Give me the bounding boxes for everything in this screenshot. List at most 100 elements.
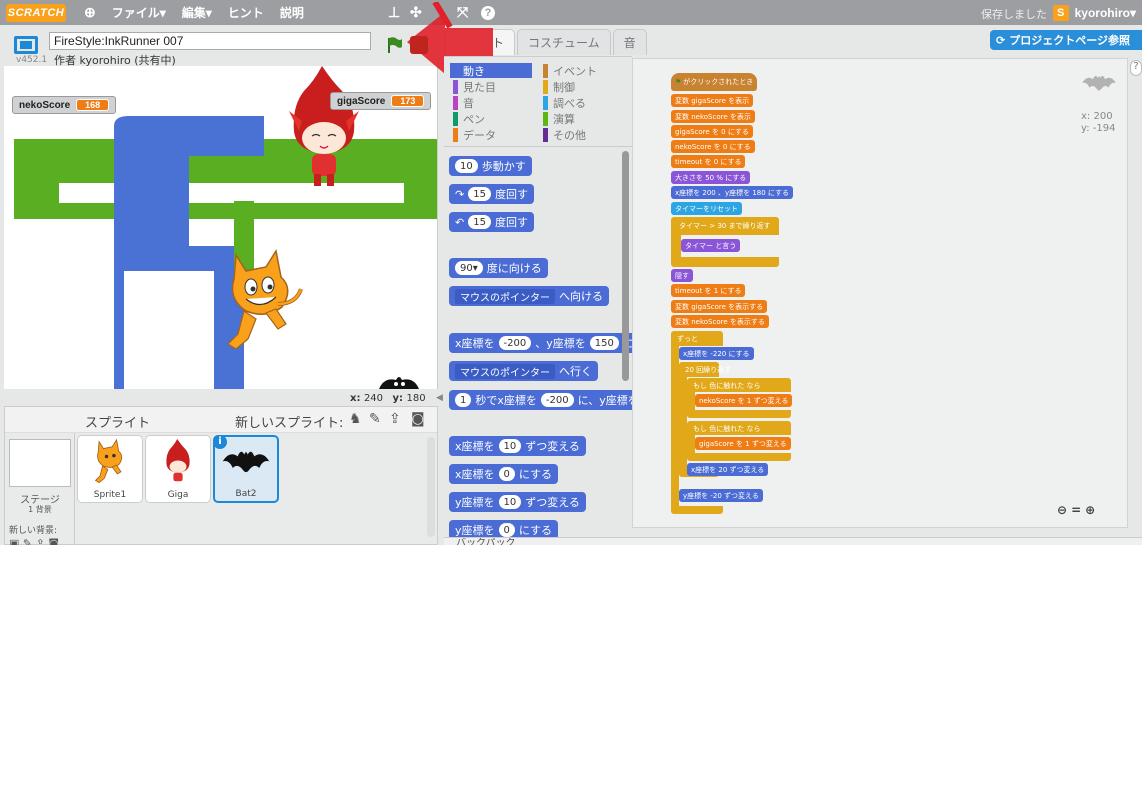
coord-y-label: y: — [392, 393, 404, 404]
sprite-y-readout: y: -194 — [1081, 123, 1116, 134]
version-label: v452.1 — [16, 55, 48, 65]
bat-thumb-icon — [222, 451, 270, 473]
script-block[interactable]: gigaScore を 1 ずつ変える — [695, 437, 791, 450]
sprite-list-scrollbar[interactable] — [427, 437, 435, 537]
category-more[interactable]: その他 — [540, 127, 586, 142]
category-events[interactable]: イベント — [540, 63, 597, 78]
script-hat-block[interactable]: ⚑ がクリックされたとき — [671, 73, 758, 91]
sprite-panel-header: スプライト 新しいスプライト: ♞ ✎ ⇪ ◙ — [5, 407, 437, 433]
script-block[interactable]: 変数 gigaScore を表示 — [671, 94, 754, 107]
menu-tips[interactable]: ヒント — [228, 4, 264, 21]
script-block[interactable]: タイマーをリセット — [671, 202, 742, 215]
saved-status: 保存しました — [981, 9, 1047, 21]
script-block[interactable]: 変数 nekoScore を表示 — [671, 110, 755, 123]
script-block: ずっと — [677, 334, 698, 343]
backpack-bar[interactable]: バックパック — [444, 537, 1142, 545]
sprite-tile-giga[interactable]: Giga — [145, 435, 211, 503]
zoom-controls: ⊖ = ⊕ — [1057, 503, 1095, 517]
zoom-reset-icon[interactable]: = — [1071, 503, 1081, 517]
script-block[interactable]: 隠す — [671, 269, 693, 282]
zoom-in-icon[interactable]: ⊕ — [1085, 503, 1095, 517]
project-page-label: プロジェクトページ参照 — [1009, 34, 1130, 47]
script-block[interactable]: x座標を -220 にする — [679, 347, 754, 360]
menu-edit[interactable]: 編集▾ — [182, 4, 212, 21]
bat-sprite-watermark-icon — [1082, 75, 1116, 91]
category-data[interactable]: データ — [450, 127, 496, 142]
script-block[interactable]: 変数 nekoScore を表示する — [671, 315, 769, 328]
script-block[interactable]: 変数 gigaScore を表示する — [671, 300, 768, 313]
category-operators[interactable]: 演算 — [540, 111, 575, 126]
project-page-button[interactable]: ⟳ プロジェクトページ参照 — [990, 30, 1142, 50]
block-goto[interactable]: マウスのポインター へ行く — [449, 361, 598, 381]
block-point-towards[interactable]: マウスのポインター へ向ける — [449, 286, 609, 306]
tab-costumes[interactable]: コスチューム — [517, 29, 611, 55]
language-globe-icon[interactable]: ⊕ — [84, 4, 96, 21]
scratch-editor: SCRATCH ⊕ ファイル▾ 編集▾ ヒント 説明 ⊥ ✣ ⤧ ? 保存しまし… — [0, 0, 1142, 545]
sprite-tile-sprite1[interactable]: Sprite1 — [77, 435, 143, 503]
block-move-steps[interactable]: 10 歩動かす — [449, 156, 532, 176]
script-block-say[interactable]: タイマー と言う — [681, 239, 741, 252]
category-motion[interactable]: 動き — [450, 63, 532, 78]
stage-thumbnail[interactable] — [9, 439, 71, 487]
script-block: もし 色に触れた なら — [693, 424, 761, 433]
menu-about[interactable]: 説明 — [280, 4, 304, 21]
bat-sprite-partial[interactable] — [374, 374, 424, 389]
menu-file[interactable]: ファイル▾ — [112, 4, 166, 21]
stage-header: v452.1 FireStyle:InkRunner 007 作者 kyoroh… — [4, 28, 438, 67]
new-sprite-label: 新しいスプライト: — [235, 416, 344, 431]
stage-canvas[interactable]: nekoScore 168 gigaScore 173 — [4, 66, 438, 389]
script-block[interactable]: nekoScore を 0 にする — [671, 140, 755, 153]
block-turn-right[interactable]: ↷ 15 度回す — [449, 184, 534, 204]
block-glide[interactable]: 1秒でx座標を-200に、y座標を — [449, 390, 632, 410]
palette-scrollbar[interactable] — [622, 151, 629, 381]
green-flag-icon[interactable] — [385, 36, 403, 54]
block-point-direction[interactable]: 90▾ 度に向ける — [449, 258, 548, 278]
cat-sprite[interactable] — [216, 249, 306, 359]
category-pen[interactable]: ペン — [450, 111, 485, 126]
help-panel-icon[interactable]: ? — [1130, 60, 1142, 76]
script-block[interactable]: gigaScore を 0 にする — [671, 125, 753, 138]
zoom-out-icon[interactable]: ⊖ — [1057, 503, 1067, 517]
block-palette: 動き イベント 見た目 制御 音 調べる ペン 演算 データ その他 10 歩動か… — [444, 56, 632, 545]
block-set-x[interactable]: x座標を 0 にする — [449, 464, 559, 484]
category-sensing[interactable]: 調べる — [540, 95, 586, 110]
stage-backdrop-count: 1 背景 — [28, 505, 52, 514]
script-block[interactable]: nekoScore を 1 ずつ変える — [695, 394, 793, 407]
upload-sprite-icon[interactable]: ⇪ — [389, 411, 401, 427]
category-looks[interactable]: 見た目 — [450, 79, 496, 94]
script-block[interactable]: timeout を 0 にする — [671, 155, 746, 168]
stage-selector[interactable]: ステージ 1 背景 新しい背景: ▣ ✎ ⇪ ◙ — [5, 433, 75, 545]
new-backdrop-icons[interactable]: ▣ ✎ ⇪ ◙ — [9, 537, 59, 545]
script-block[interactable]: x座標を 200 、y座標を 180 にする — [671, 186, 793, 199]
script-area-right-edge — [1128, 58, 1142, 528]
scratch-logo[interactable]: SCRATCH — [6, 3, 66, 22]
tab-sounds[interactable]: 音 — [612, 29, 647, 55]
presentation-mode-icon[interactable] — [14, 36, 38, 54]
block-turn-left[interactable]: ↶ 15 度回す — [449, 212, 534, 232]
script-block[interactable]: x座標を 20 ずつ変える — [687, 463, 769, 476]
sprite-name: Sprite1 — [93, 490, 127, 500]
category-control[interactable]: 制御 — [540, 79, 575, 94]
project-title-input[interactable]: FireStyle:InkRunner 007 — [49, 32, 371, 50]
giga-sprite[interactable] — [284, 66, 364, 191]
block-goto-xy[interactable]: x座標を-200、y座標を150に — [449, 333, 632, 353]
duplicate-stamp-icon[interactable]: ⊥ — [388, 4, 400, 21]
sprite-library-icon[interactable]: ♞ — [349, 411, 362, 427]
script-block[interactable]: timeout を 1 にする — [671, 284, 746, 297]
user-menu[interactable]: S kyorohiro▾ — [1052, 5, 1136, 21]
sprite-tile-bat2[interactable]: i Bat2 — [213, 435, 279, 503]
paint-sprite-icon[interactable]: ✎ — [369, 411, 381, 427]
camera-sprite-icon[interactable]: ◙ — [411, 411, 425, 427]
script-block[interactable]: 大きさを 50 % にする — [671, 171, 751, 184]
coord-y-value: 180 — [406, 393, 426, 404]
stop-sign-icon[interactable] — [410, 36, 428, 54]
block-change-y[interactable]: y座標を 10 ずつ変える — [449, 492, 586, 512]
script-block[interactable]: y座標を -20 ずつ変える — [679, 489, 763, 502]
block-change-x[interactable]: x座標を 10 ずつ変える — [449, 436, 586, 456]
collapse-stage-icon[interactable]: ◀ — [436, 393, 443, 403]
script-block: もし 色に触れた なら — [693, 381, 761, 390]
category-sound[interactable]: 音 — [450, 95, 474, 110]
script-area[interactable]: ⚑ がクリックされたとき 変数 gigaScore を表示 変数 nekoScor… — [632, 58, 1128, 528]
turn-right-icon: ↷ — [455, 187, 465, 201]
monitor-nekoscore[interactable]: nekoScore 168 — [12, 96, 117, 114]
